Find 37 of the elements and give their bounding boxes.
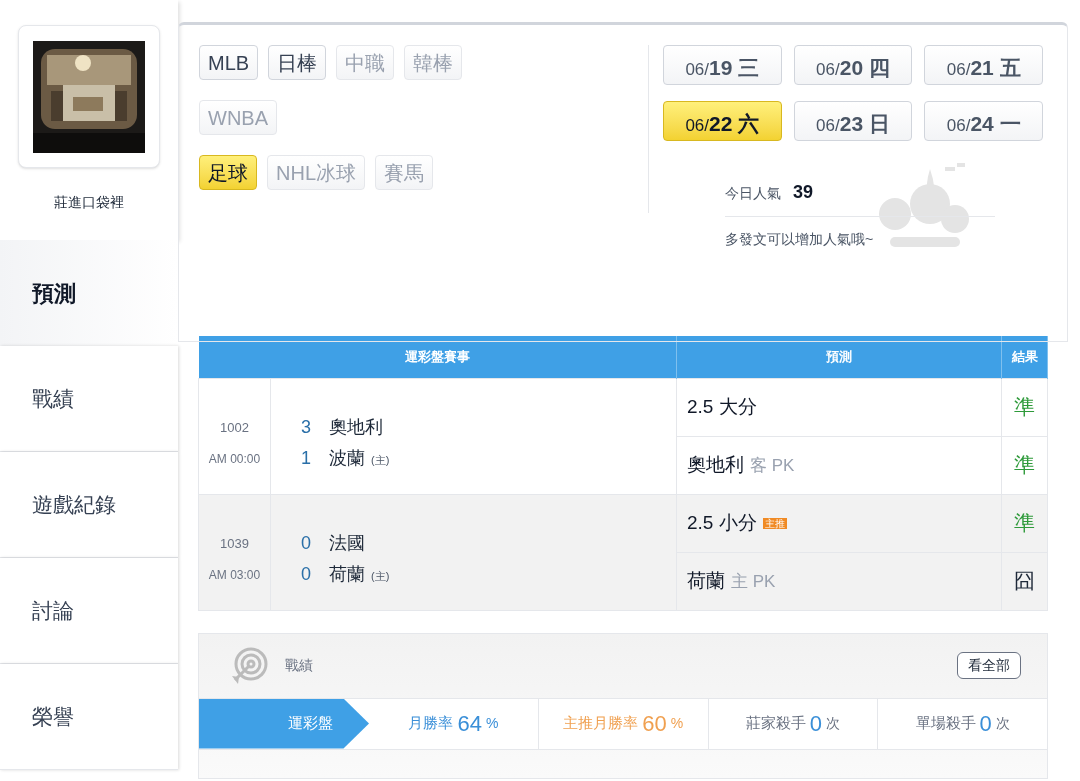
prediction-cell: 荷蘭 主 PK (676, 552, 1002, 610)
sport-tab[interactable]: 足球 (199, 155, 257, 190)
popularity-label: 今日人氣 (725, 184, 781, 203)
sidebar-item[interactable]: 討論 (0, 558, 178, 664)
sidebar-item[interactable]: 遊戲紀錄 (0, 452, 178, 558)
column-header: 預測 (676, 336, 1002, 378)
sidebar-item[interactable]: 戰績 (0, 346, 178, 452)
column-header: 結果 (1001, 336, 1048, 378)
sidebar-item[interactable]: 榮譽 (0, 664, 178, 770)
result-cell: 囧 (1001, 552, 1048, 610)
stat-item: 主推月勝率 60 % (537, 698, 708, 749)
date-tab[interactable]: 06/24 一 (924, 101, 1043, 141)
result-cell: 準 (1001, 494, 1048, 552)
view-all-button[interactable]: 看全部 (957, 652, 1021, 679)
sport-tab[interactable]: 日棒 (268, 45, 327, 80)
result-cell: 準 (1001, 436, 1048, 494)
user-name: 莊進口袋裡 (54, 193, 124, 212)
sport-tab[interactable]: MLB (199, 45, 259, 80)
teams-cell: 3 奧地利 1 波蘭 (主) (270, 378, 677, 494)
popularity-count: 39 (793, 181, 814, 204)
date-tab[interactable]: 06/22 六 (663, 101, 782, 141)
teams-cell: 0 法國 0 荷蘭 (主) (270, 494, 677, 610)
stat-item: 月勝率 64 % (407, 710, 500, 738)
result-cell: 準 (1001, 378, 1048, 436)
date-tab[interactable]: 06/19 三 (663, 45, 782, 85)
prediction-cell: 2.5 小分 主推 (676, 494, 1002, 552)
match-time-cell: 1039 AM 03:00 (198, 494, 271, 610)
date-tab[interactable]: 06/23 日 (793, 101, 913, 141)
popularity-hint: 多發文可以增加人氣哦~ (725, 230, 875, 249)
prediction-cell: 2.5 大分 (676, 378, 1002, 436)
record-title: 戰績 (285, 656, 313, 675)
column-header: 運彩盤賽事 (198, 336, 677, 378)
match-time-cell: 1002 AM 00:00 (198, 378, 271, 494)
prediction-cell: 奧地利 客 PK (676, 436, 1002, 494)
target-icon (229, 645, 269, 686)
date-tab[interactable]: 06/20 四 (793, 45, 913, 85)
date-tab[interactable]: 06/21 五 (924, 45, 1043, 85)
